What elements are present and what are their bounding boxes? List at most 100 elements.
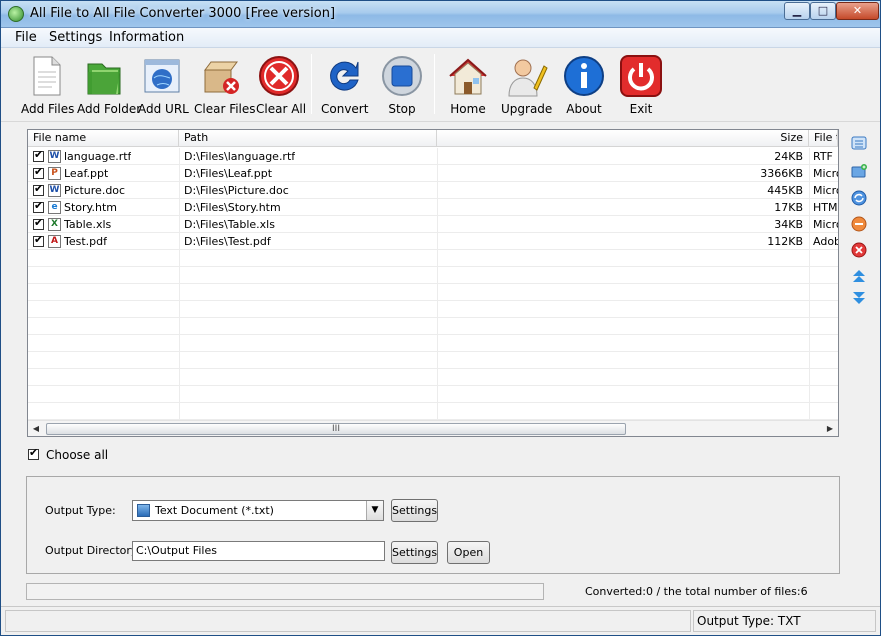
add-url-button[interactable]: Add URL bbox=[138, 52, 189, 118]
move-top-icon[interactable] bbox=[851, 268, 867, 284]
dropdown-arrow-icon[interactable]: ▼ bbox=[366, 501, 383, 520]
file-size: 34KB bbox=[774, 218, 803, 231]
empty-row bbox=[28, 352, 838, 369]
stop-label: Stop bbox=[388, 102, 416, 116]
horizontal-scrollbar[interactable]: ◀ III ▶ bbox=[28, 420, 838, 436]
scroll-left-icon[interactable]: ◀ bbox=[28, 422, 44, 436]
empty-row bbox=[28, 301, 838, 318]
home-button[interactable]: Home bbox=[445, 52, 491, 118]
maximize-button[interactable]: □ bbox=[810, 2, 836, 20]
empty-row bbox=[28, 318, 838, 335]
empty-row bbox=[28, 250, 838, 267]
box-delete-icon bbox=[204, 61, 239, 94]
output-directory-settings-button[interactable]: Settings bbox=[391, 541, 438, 564]
excel-file-icon: X bbox=[48, 218, 61, 231]
app-logo-icon bbox=[8, 6, 24, 22]
file-name: Table.xls bbox=[64, 218, 112, 231]
output-directory-label: Output Directory: bbox=[45, 544, 141, 557]
file-path: D:\Files\Leaf.ppt bbox=[184, 167, 273, 180]
file-type: Micro bbox=[813, 218, 838, 231]
file-name: Leaf.ppt bbox=[64, 167, 109, 180]
table-row[interactable]: W language.rtf D:\Files\language.rtf 24K… bbox=[28, 148, 838, 165]
output-directory-input[interactable]: C:\Output Files bbox=[132, 541, 385, 561]
file-type: Micro bbox=[813, 184, 838, 197]
file-path: D:\Files\Test.pdf bbox=[184, 235, 271, 248]
clear-files-button[interactable]: Clear Files bbox=[194, 52, 256, 118]
file-name: language.rtf bbox=[64, 150, 132, 163]
html-file-icon: e bbox=[48, 201, 61, 214]
output-settings-panel: Output Type: Text Document (*.txt) ▼ Set… bbox=[26, 476, 840, 574]
file-size: 24KB bbox=[774, 150, 803, 163]
file-rows: W language.rtf D:\Files\language.rtf 24K… bbox=[28, 148, 838, 420]
exit-button[interactable]: Exit bbox=[618, 52, 664, 118]
text-document-icon bbox=[137, 504, 150, 517]
row-checkbox[interactable] bbox=[33, 199, 44, 213]
toolbar-separator bbox=[311, 54, 312, 114]
empty-row bbox=[28, 403, 838, 420]
close-button[interactable]: ✕ bbox=[836, 2, 879, 20]
clear-icon[interactable] bbox=[851, 242, 867, 258]
scrollbar-thumb[interactable]: III bbox=[46, 423, 626, 435]
power-icon bbox=[620, 55, 662, 97]
table-row[interactable]: X Table.xls D:\Files\Table.xls 34KB Micr… bbox=[28, 216, 838, 233]
menu-information[interactable]: Information bbox=[109, 30, 184, 45]
file-name: Story.htm bbox=[64, 201, 117, 214]
table-row[interactable]: A Test.pdf D:\Files\Test.pdf 112KB Adob bbox=[28, 233, 838, 250]
row-checkbox[interactable] bbox=[33, 233, 44, 247]
menu-settings[interactable]: Settings bbox=[49, 30, 102, 45]
choose-all-check[interactable] bbox=[28, 446, 39, 460]
column-file-type[interactable]: File t bbox=[809, 130, 838, 147]
stop-button[interactable]: Stop bbox=[379, 52, 425, 118]
column-file-name[interactable]: File name bbox=[28, 130, 179, 147]
file-size: 112KB bbox=[767, 235, 803, 248]
table-row[interactable]: W Picture.doc D:\Files\Picture.doc 445KB… bbox=[28, 182, 838, 199]
upgrade-button[interactable]: Upgrade bbox=[501, 52, 553, 118]
file-list[interactable]: File name Path Size File t W language.rt… bbox=[27, 129, 839, 437]
window-title: All File to All File Converter 3000 [Fre… bbox=[30, 6, 336, 21]
move-bottom-icon[interactable] bbox=[851, 290, 867, 306]
menu-file[interactable]: File bbox=[15, 30, 37, 45]
output-type-settings-button[interactable]: Settings bbox=[391, 499, 438, 522]
file-path: D:\Files\language.rtf bbox=[184, 150, 296, 163]
table-row[interactable]: e Story.htm D:\Files\Story.htm 17KB HTM bbox=[28, 199, 838, 216]
status-bar: Output Type: TXT bbox=[1, 606, 880, 635]
word-file-icon: W bbox=[48, 150, 61, 163]
info-icon bbox=[564, 56, 604, 96]
column-size[interactable]: Size bbox=[437, 130, 809, 147]
home-label: Home bbox=[450, 102, 486, 116]
row-checkbox[interactable] bbox=[33, 165, 44, 179]
clear-all-button[interactable]: Clear All bbox=[256, 52, 306, 118]
add-folder-label: Add Folder bbox=[77, 102, 142, 116]
scroll-right-icon[interactable]: ▶ bbox=[822, 422, 838, 436]
menu-bar: File Settings Information bbox=[1, 28, 880, 48]
convert-button[interactable]: Convert bbox=[321, 52, 369, 118]
convert-arrow-icon bbox=[330, 61, 359, 91]
exit-label: Exit bbox=[629, 102, 653, 116]
file-name: Test.pdf bbox=[64, 235, 107, 248]
web-page-icon bbox=[144, 59, 180, 93]
about-button[interactable]: About bbox=[561, 52, 607, 118]
table-row[interactable]: P Leaf.ppt D:\Files\Leaf.ppt 3366KB Micr… bbox=[28, 165, 838, 182]
convert-label: Convert bbox=[321, 102, 369, 116]
row-checkbox[interactable] bbox=[33, 148, 44, 162]
file-type: HTM bbox=[813, 201, 838, 214]
add-files-button[interactable]: Add Files bbox=[21, 52, 74, 118]
refresh-icon[interactable] bbox=[851, 190, 867, 206]
minimize-button[interactable]: ▁ bbox=[784, 2, 810, 20]
add-folder-button[interactable]: Add Folder bbox=[77, 52, 142, 118]
list-icon[interactable] bbox=[851, 135, 867, 151]
file-type: RTF bbox=[813, 150, 833, 163]
remove-icon[interactable] bbox=[851, 216, 867, 232]
row-checkbox[interactable] bbox=[33, 182, 44, 196]
file-size: 3366KB bbox=[760, 167, 803, 180]
add-folder-icon[interactable] bbox=[851, 163, 867, 179]
open-button[interactable]: Open bbox=[447, 541, 490, 564]
row-checkbox[interactable] bbox=[33, 216, 44, 230]
column-path[interactable]: Path bbox=[179, 130, 437, 147]
upgrade-label: Upgrade bbox=[501, 102, 553, 116]
title-bar[interactable]: All File to All File Converter 3000 [Fre… bbox=[1, 1, 880, 28]
stop-icon bbox=[382, 56, 422, 96]
output-type-select[interactable]: Text Document (*.txt) ▼ bbox=[132, 500, 384, 521]
choose-all-label: Choose all bbox=[46, 448, 109, 462]
file-path: D:\Files\Story.htm bbox=[184, 201, 281, 214]
